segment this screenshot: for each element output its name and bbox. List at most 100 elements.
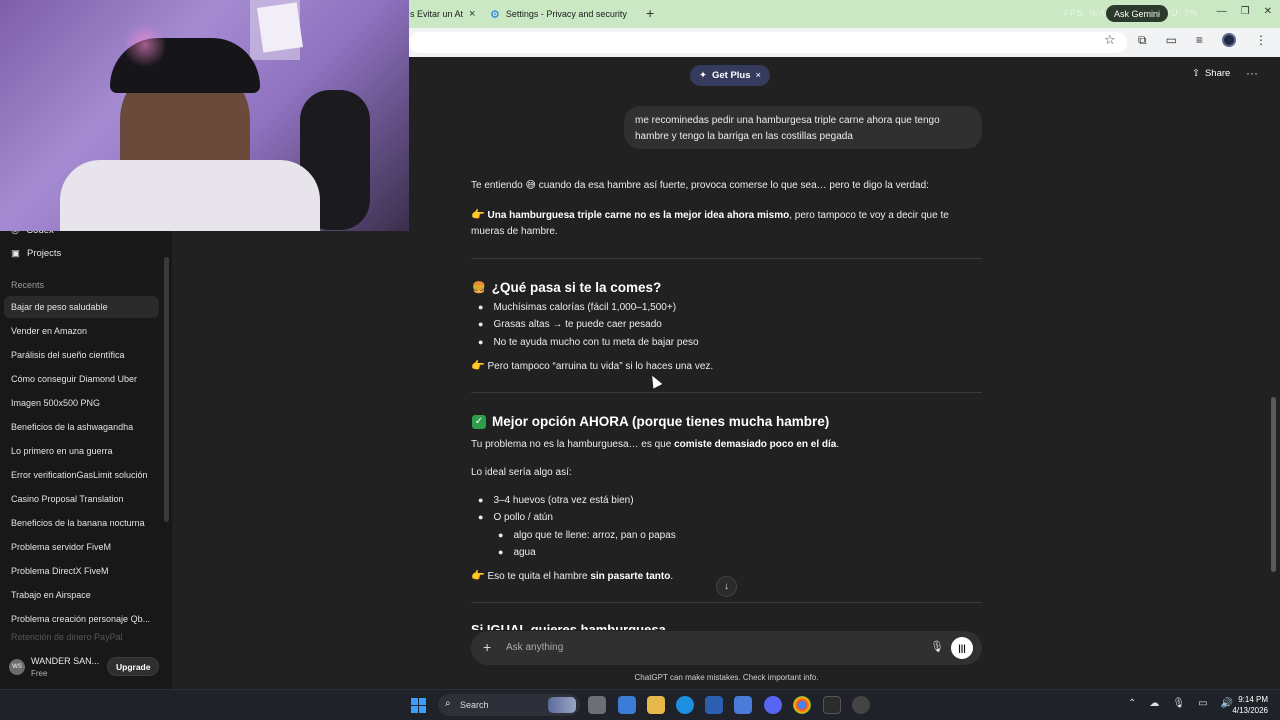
- cast-icon[interactable]: ▭: [1166, 33, 1177, 48]
- assistant-intro: Te entiendo 😅 cuando da esa hambre así f…: [471, 180, 929, 191]
- section1-title: ¿Qué pasa si te la comes?: [491, 280, 662, 295]
- microphone-icon[interactable]: 🎙: [930, 640, 944, 653]
- pointing-hand-icon: 👉: [471, 208, 485, 221]
- app-icon[interactable]: [734, 696, 752, 714]
- share-button[interactable]: ⇧ Share: [1192, 68, 1230, 79]
- list-item: ● 3–4 huevos (otra vez está bien): [478, 495, 634, 506]
- address-bar[interactable]: [409, 32, 1127, 53]
- close-icon[interactable]: ✕: [1264, 6, 1272, 17]
- list-item-text: Muchísimas calorías (fácil 1,000–1,500+): [493, 302, 677, 313]
- recent-chat-item[interactable]: Beneficios de la banana nocturna: [4, 512, 159, 534]
- text-span: .: [670, 571, 674, 582]
- window-controls: — ❐ ✕: [1217, 6, 1272, 17]
- message-composer[interactable]: + Ask anything 🎙 |||: [471, 631, 982, 665]
- copilot-icon[interactable]: [618, 696, 636, 714]
- user-account-row[interactable]: WS WANDER SAN... Free Upgrade: [0, 651, 172, 687]
- clock-time: 9:14 PM: [1238, 695, 1268, 704]
- scroll-down-button[interactable]: ↓: [716, 576, 737, 597]
- upgrade-button[interactable]: Upgrade: [107, 657, 160, 676]
- taskbar-clock[interactable]: 9:14 PM 4/13/2026: [1226, 694, 1268, 716]
- sidebar-item-projects[interactable]: ▣ Projects: [11, 248, 61, 259]
- maximize-icon[interactable]: ❐: [1241, 6, 1250, 17]
- more-options-icon[interactable]: ···: [1246, 66, 1258, 80]
- store-icon[interactable]: [705, 696, 723, 714]
- extensions-icon[interactable]: ⧉: [1138, 33, 1147, 48]
- taskbar-search[interactable]: ⌕ Search: [438, 694, 580, 716]
- menu-icon[interactable]: ⋮: [1255, 33, 1267, 48]
- discord-icon[interactable]: [764, 696, 782, 714]
- app-icon[interactable]: [852, 696, 870, 714]
- windows-start-icon[interactable]: [411, 698, 426, 713]
- share-icon: ⇧: [1192, 68, 1200, 79]
- voice-mode-icon[interactable]: |||: [951, 637, 973, 659]
- file-explorer-icon[interactable]: [588, 696, 606, 714]
- close-icon[interactable]: ×: [756, 70, 762, 81]
- microphone-icon[interactable]: 🎙: [1172, 698, 1185, 709]
- mouse-cursor: [647, 373, 663, 389]
- sidebar-scrollbar[interactable]: [164, 257, 169, 522]
- recent-chat-item[interactable]: Retención de dinero PayPal: [4, 631, 159, 643]
- recent-chat-item[interactable]: Beneficios de la ashwagandha: [4, 416, 159, 438]
- composer-placeholder[interactable]: Ask anything: [506, 642, 563, 653]
- search-highlight-image: [548, 697, 576, 713]
- section3-heading-cutoff: Si IGUAL quieres hamburguesa: [471, 622, 666, 630]
- chrome-icon[interactable]: [793, 696, 811, 714]
- recent-chat-item[interactable]: Bajar de peso saludable: [4, 296, 159, 318]
- recent-chat-item[interactable]: Vender en Amazon: [4, 320, 159, 342]
- list-item-text: O pollo / atún: [493, 512, 553, 523]
- recent-chat-item[interactable]: Problema DirectX FiveM: [4, 560, 159, 582]
- gear-icon: ⚙: [490, 8, 500, 21]
- clock-date: 4/13/2026: [1232, 706, 1268, 715]
- bold-span: sin pasarte tanto: [590, 571, 671, 582]
- person-shirt: [60, 160, 320, 231]
- recent-chat-item[interactable]: Problema servidor FiveM: [4, 536, 159, 558]
- divider: [471, 392, 982, 393]
- tab-close-icon[interactable]: ×: [469, 8, 475, 20]
- divider: [471, 602, 982, 603]
- add-attachment-icon[interactable]: +: [483, 639, 491, 655]
- toolbar-icons: ⧉ ▭ ≡ ⋮: [1138, 33, 1267, 48]
- recent-chat-item[interactable]: Imagen 500x500 PNG: [4, 392, 159, 414]
- section2-line2: Lo ideal sería algo así:: [471, 467, 572, 478]
- tab-title: Settings - Privacy and security: [505, 9, 627, 19]
- text-span: Eso te quita el hambre: [487, 571, 591, 582]
- system-tray: ⌃ ☁ 🎙 ▭ 🔊: [1128, 698, 1233, 709]
- list-item-text: No te ayuda mucho con tu meta de bajar p…: [493, 337, 699, 348]
- network-icon[interactable]: ☁: [1149, 698, 1159, 709]
- list-item-text: Grasas altas → te puede caer pesado: [493, 319, 662, 330]
- get-plus-button[interactable]: ✦ Get Plus ×: [690, 65, 771, 86]
- ask-gemini-button[interactable]: Ask Gemini: [1106, 5, 1169, 22]
- tree-lights: [125, 20, 165, 70]
- media-icon[interactable]: ≡: [1196, 33, 1203, 48]
- section1-note-text: Pero tampoco “arruina tu vida” si lo hac…: [487, 361, 714, 372]
- edge-icon[interactable]: [676, 696, 694, 714]
- sub-list-item: ● agua: [498, 547, 536, 558]
- battery-icon[interactable]: ▭: [1198, 698, 1207, 709]
- folder-icon[interactable]: [647, 696, 665, 714]
- text-span: .: [836, 439, 840, 450]
- taskbar-search-label: Search: [460, 700, 489, 710]
- recent-chat-item[interactable]: Casino Proposal Translation: [4, 488, 159, 510]
- minimize-icon[interactable]: —: [1217, 6, 1227, 17]
- user-plan: Free: [31, 669, 48, 678]
- profile-avatar[interactable]: [1221, 33, 1236, 47]
- chevron-up-icon[interactable]: ⌃: [1128, 698, 1136, 709]
- recent-chat-item[interactable]: Trabajo en Airspace: [4, 584, 159, 606]
- check-icon: ✓: [472, 414, 486, 429]
- recent-chat-item[interactable]: Error verificationGasLimit solución: [4, 464, 159, 486]
- recent-chat-item[interactable]: Cómo conseguir Diamond Uber: [4, 368, 159, 390]
- claim-bold: Una hamburguesa triple carne no es la me…: [487, 210, 790, 221]
- bookmark-star-icon[interactable]: ☆: [1104, 32, 1116, 48]
- webcam-overlay: [0, 0, 409, 231]
- disclaimer-text: ChatGPT can make mistakes. Check importa…: [634, 673, 819, 682]
- tab-evitar[interactable]: s Evitar un At ×: [410, 4, 482, 24]
- main-scrollbar[interactable]: [1271, 397, 1276, 572]
- terminal-icon[interactable]: [823, 696, 841, 714]
- tab-settings[interactable]: ⚙ Settings - Privacy and security ×: [490, 4, 640, 24]
- recent-chat-item[interactable]: Parálisis del sueño científica: [4, 344, 159, 366]
- list-item-text: agua: [513, 547, 536, 558]
- new-tab-button[interactable]: +: [646, 5, 654, 21]
- recent-chat-item[interactable]: Problema creación personaje Qb...: [4, 608, 159, 630]
- section2-heading: ✓ Mejor opción AHORA (porque tienes much…: [472, 414, 829, 429]
- recent-chat-item[interactable]: Lo primero en una guerra: [4, 440, 159, 462]
